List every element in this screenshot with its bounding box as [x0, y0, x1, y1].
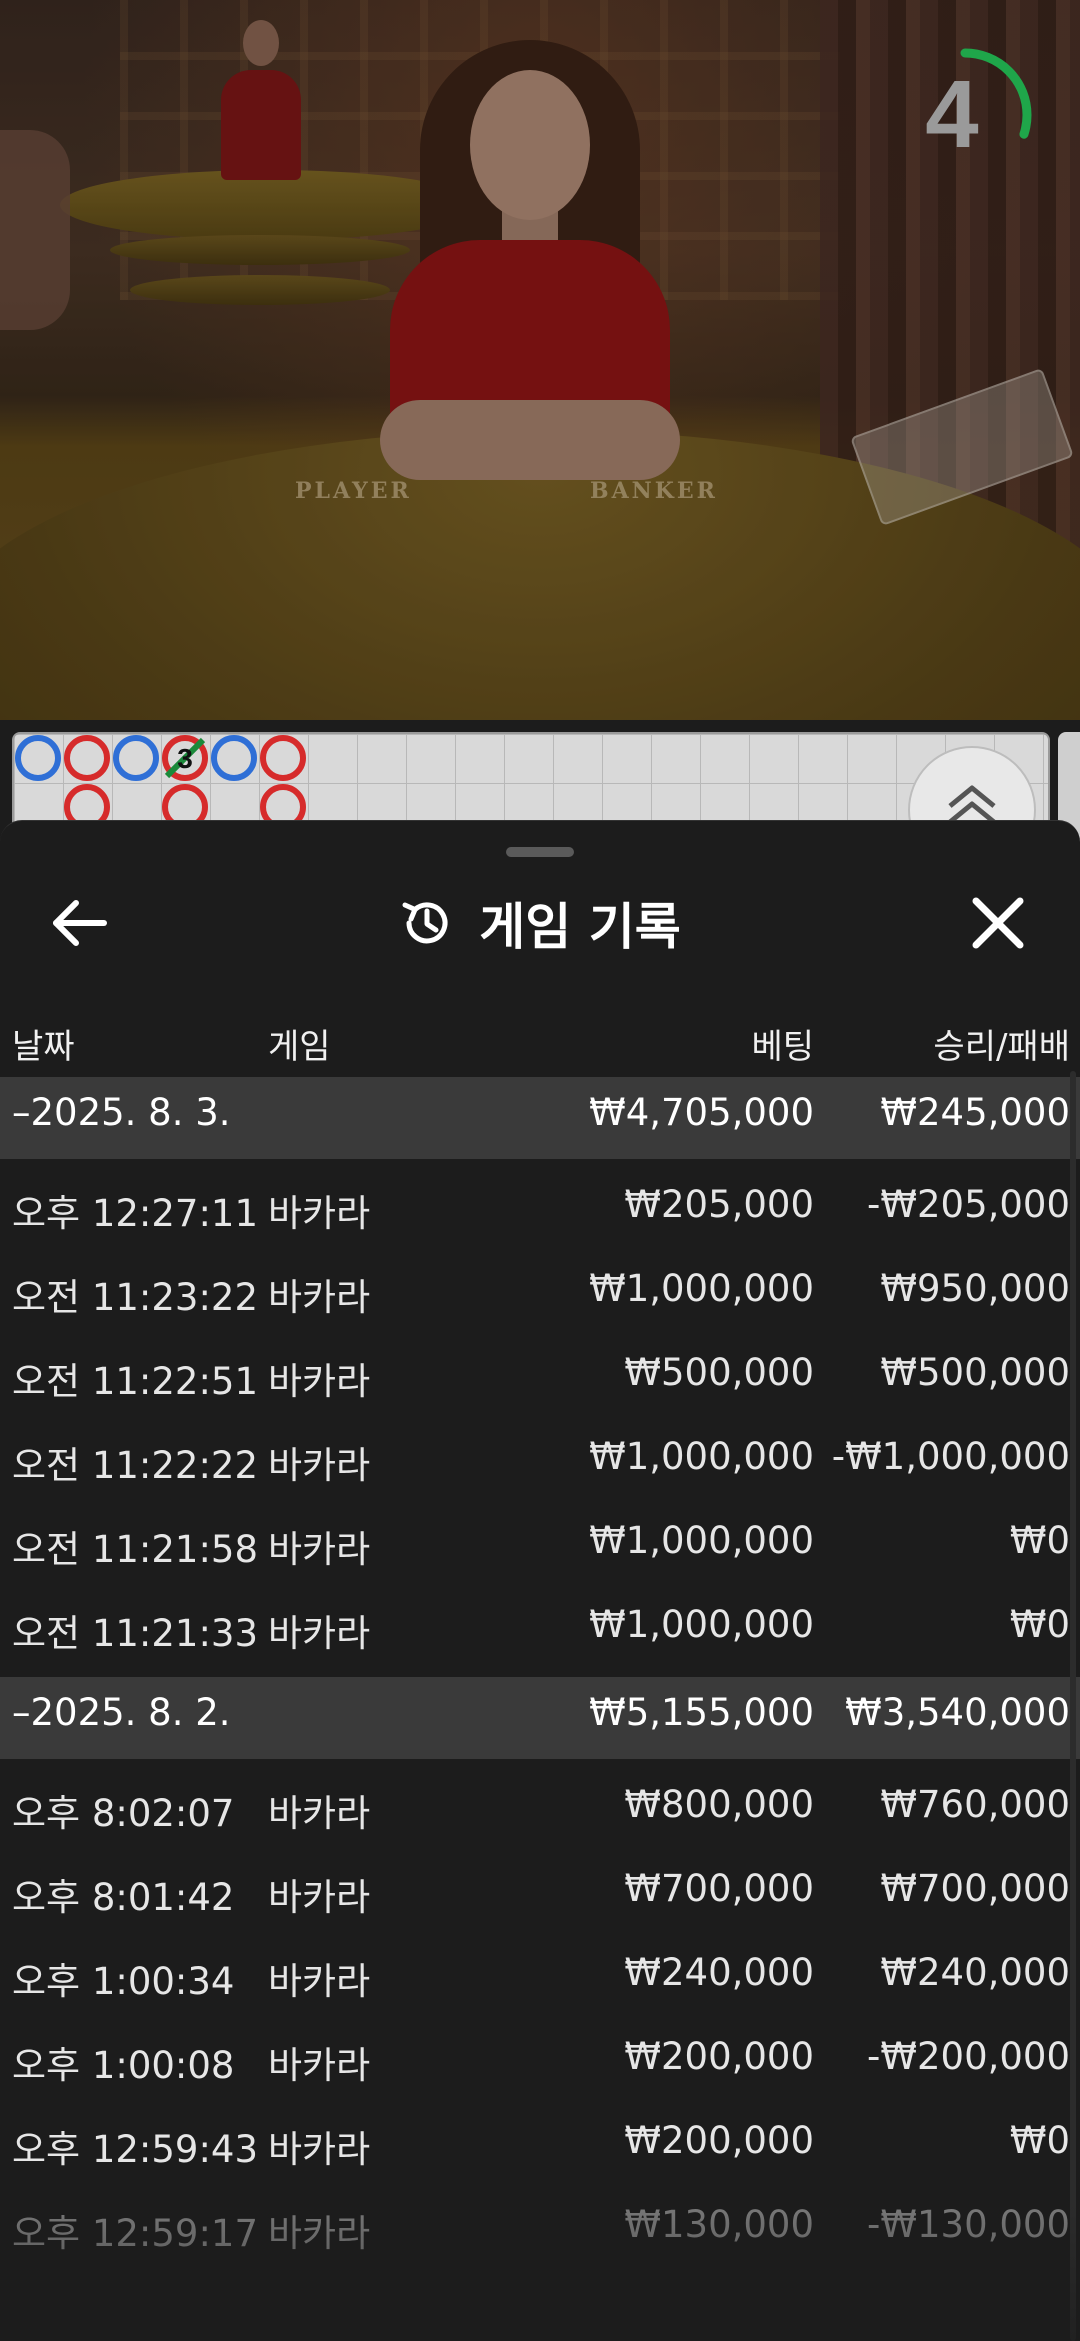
row-win-loss: -₩130,000 [867, 2203, 1070, 2246]
row-bet: ₩200,000 [624, 2035, 814, 2078]
history-row[interactable]: 오전 11:21:58 바카라 ₩1,000,000 ₩0 [0, 1503, 1080, 1587]
column-header-win-loss: 승리/패배 [933, 1027, 1070, 1067]
history-row[interactable]: 오후 8:01:42 바카라 ₩700,000 ₩700,000 [0, 1851, 1080, 1935]
history-row[interactable]: 오전 11:23:22 바카라 ₩1,000,000 ₩950,000 [0, 1251, 1080, 1335]
row-time: 오전 11:22:51 [12, 1360, 259, 1403]
row-win-loss: ₩950,000 [880, 1267, 1070, 1310]
row-bet: ₩700,000 [624, 1867, 814, 1910]
row-win-loss: -₩205,000 [867, 1183, 1070, 1226]
close-button[interactable] [958, 883, 1038, 963]
row-win-loss: ₩240,000 [880, 1951, 1070, 1994]
row-win-loss: ₩0 [1009, 2119, 1070, 2162]
row-game: 바카라 [268, 1612, 371, 1655]
row-time: 오전 11:22:22 [12, 1444, 259, 1487]
close-icon [972, 897, 1024, 949]
row-time: 오후 1:00:34 [12, 1960, 235, 2003]
row-time: 오전 11:21:58 [12, 1528, 259, 1571]
row-time: 오후 1:00:08 [12, 2044, 235, 2087]
row-game: 바카라 [268, 1960, 371, 2003]
sheet-title: 게임 기록 [479, 898, 681, 956]
row-time: 오후 12:59:17 [12, 2212, 259, 2255]
sheet-drag-handle[interactable] [506, 847, 574, 857]
row-game: 바카라 [268, 2044, 371, 2087]
row-time: 오후 8:02:07 [12, 1792, 235, 1835]
row-game: 바카라 [268, 1792, 371, 1835]
date-group-row[interactable]: –2025. 8. 2. ₩5,155,000 ₩3,540,000 [0, 1677, 1080, 1759]
history-row[interactable]: 오전 11:22:22 바카라 ₩1,000,000 -₩1,000,000 [0, 1419, 1080, 1503]
roadmap-bead-player [113, 735, 159, 781]
group-total-win: ₩3,540,000 [845, 1691, 1070, 1734]
group-date: –2025. 8. 3. [12, 1091, 231, 1134]
row-bet: ₩800,000 [624, 1783, 814, 1826]
row-win-loss: ₩760,000 [880, 1783, 1070, 1826]
row-game: 바카라 [268, 2212, 371, 2255]
row-game: 바카라 [268, 1276, 371, 1319]
sheet-header: 게임 기록 [0, 883, 1080, 963]
roadmap-bead-player [15, 735, 61, 781]
history-table-header: 날짜 게임 베팅 승리/패배 [0, 1011, 1080, 1071]
row-bet: ₩240,000 [624, 1951, 814, 1994]
countdown-timer: 4 [890, 40, 1040, 190]
history-row[interactable]: 오후 12:27:11 바카라 ₩205,000 -₩205,000 [0, 1167, 1080, 1251]
row-bet: ₩500,000 [624, 1351, 814, 1394]
game-history-sheet: 게임 기록 날짜 게임 베팅 승리/패배 –2025. 8. 3. ₩4,705… [0, 820, 1080, 2341]
row-game: 바카라 [268, 2128, 371, 2171]
row-time: 오전 11:21:33 [12, 1612, 259, 1655]
history-row[interactable]: 오전 11:21:33 바카라 ₩1,000,000 ₩0 [0, 1587, 1080, 1671]
row-bet: ₩130,000 [624, 2203, 814, 2246]
group-total-bet: ₩4,705,000 [589, 1091, 814, 1134]
row-bet: ₩200,000 [624, 2119, 814, 2162]
row-bet: ₩1,000,000 [589, 1519, 814, 1562]
row-game: 바카라 [268, 1192, 371, 1235]
row-time: 오후 8:01:42 [12, 1876, 235, 1919]
countdown-value: 4 [925, 61, 979, 168]
column-header-game: 게임 [268, 1027, 331, 1067]
row-bet: ₩1,000,000 [589, 1603, 814, 1646]
row-win-loss: -₩1,000,000 [831, 1435, 1070, 1478]
row-game: 바카라 [268, 1528, 371, 1571]
live-video-feed: PLAYER BANKER 4 [0, 0, 1080, 720]
row-win-loss: -₩200,000 [867, 2035, 1070, 2078]
roadmap-bead-banker [260, 735, 306, 781]
history-row[interactable]: 오후 12:59:17 바카라 ₩130,000 -₩130,000 [0, 2187, 1080, 2271]
row-game: 바카라 [268, 1444, 371, 1487]
row-bet: ₩1,000,000 [589, 1435, 814, 1478]
roadmap-tie-count: 3 [177, 743, 193, 774]
row-win-loss: ₩0 [1009, 1519, 1070, 1562]
row-game: 바카라 [268, 1876, 371, 1919]
row-win-loss: ₩0 [1009, 1603, 1070, 1646]
row-bet: ₩1,000,000 [589, 1267, 814, 1310]
row-time: 오전 11:23:22 [12, 1276, 259, 1319]
history-row[interactable]: 오후 12:59:43 바카라 ₩200,000 ₩0 [0, 2103, 1080, 2187]
column-header-date: 날짜 [12, 1027, 75, 1067]
history-row[interactable]: 오후 1:00:34 바카라 ₩240,000 ₩240,000 [0, 1935, 1080, 2019]
row-game: 바카라 [268, 1360, 371, 1403]
group-date: –2025. 8. 2. [12, 1691, 231, 1734]
row-time: 오후 12:59:43 [12, 2128, 259, 2171]
history-row[interactable]: 오전 11:22:51 바카라 ₩500,000 ₩500,000 [0, 1335, 1080, 1419]
column-header-bet: 베팅 [751, 1027, 814, 1067]
roadmap-bead-banker [64, 735, 110, 781]
row-time: 오후 12:27:11 [12, 1192, 259, 1235]
group-total-win: ₩245,000 [880, 1091, 1070, 1134]
history-row[interactable]: 오후 8:02:07 바카라 ₩800,000 ₩760,000 [0, 1767, 1080, 1851]
history-scrollbar[interactable] [1070, 1071, 1076, 2341]
row-win-loss: ₩500,000 [880, 1351, 1070, 1394]
group-total-bet: ₩5,155,000 [589, 1691, 814, 1734]
history-icon [402, 902, 448, 944]
row-bet: ₩205,000 [624, 1183, 814, 1226]
date-group-row[interactable]: –2025. 8. 3. ₩4,705,000 ₩245,000 [0, 1077, 1080, 1159]
history-row[interactable]: 오후 1:00:08 바카라 ₩200,000 -₩200,000 [0, 2019, 1080, 2103]
roadmap-bead-player [211, 735, 257, 781]
row-win-loss: ₩700,000 [880, 1867, 1070, 1910]
